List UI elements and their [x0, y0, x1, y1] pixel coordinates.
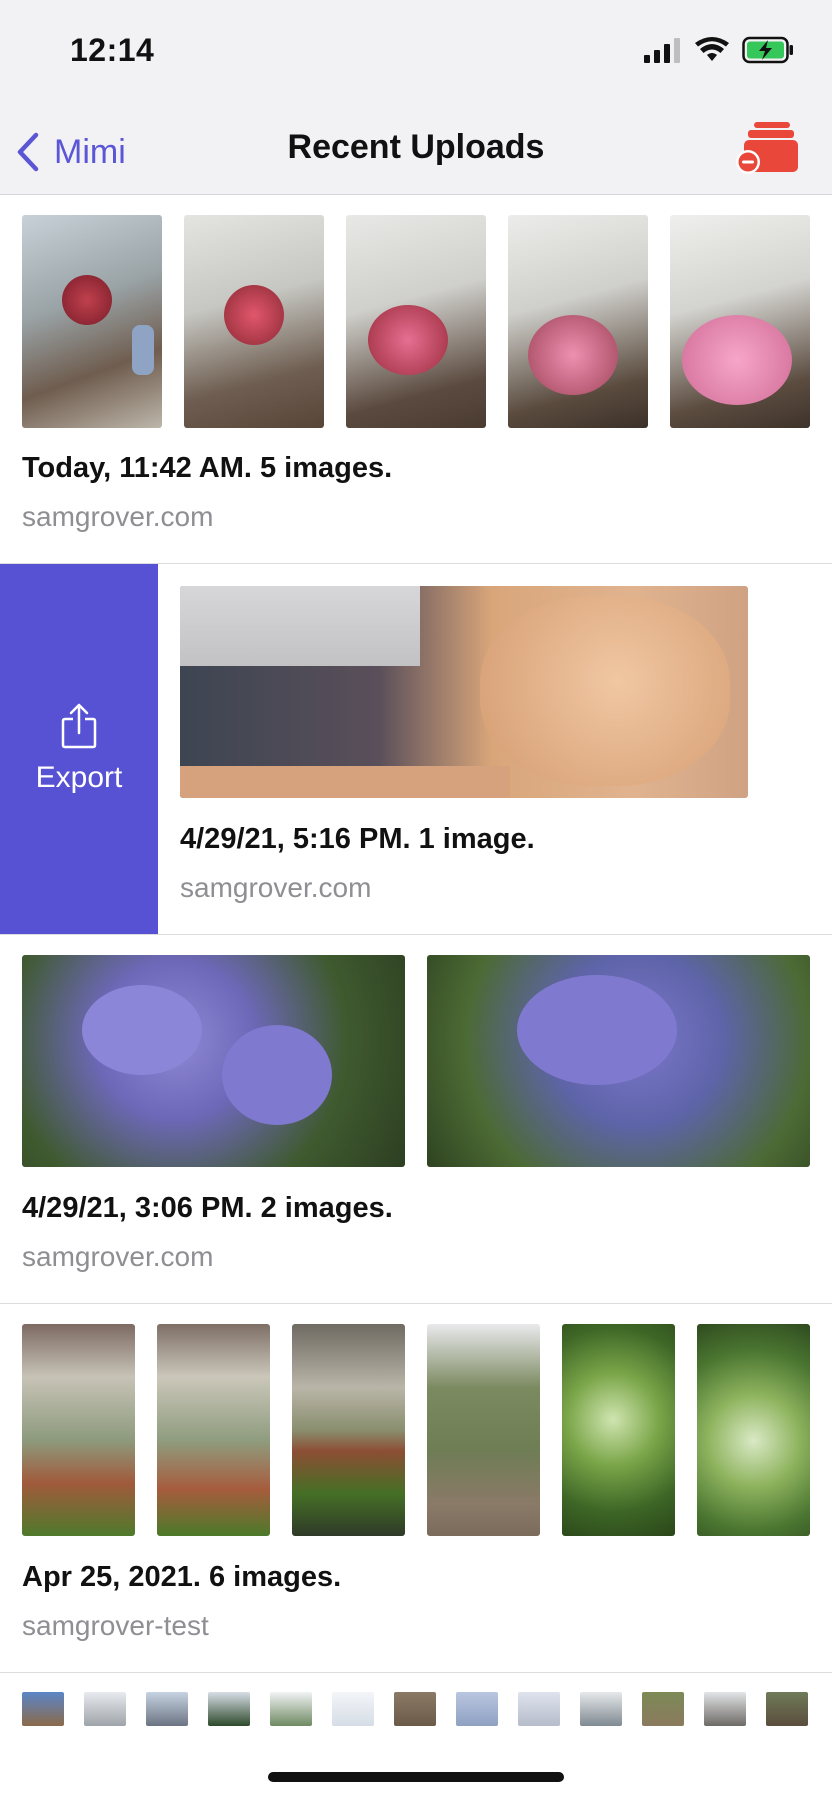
photo-thumbnail[interactable]: [22, 955, 405, 1167]
photo-thumbnail[interactable]: [508, 215, 648, 428]
photo-thumbnail[interactable]: [580, 1692, 622, 1726]
photo-thumbnail[interactable]: [562, 1324, 675, 1536]
stack-remove-button[interactable]: [736, 118, 798, 178]
photo-thumbnail[interactable]: [270, 1692, 312, 1726]
upload-row[interactable]: Apr 25, 2021. 6 images. samgrover-test: [0, 1304, 832, 1673]
upload-caption: 4/29/21, 3:06 PM. 2 images.: [22, 1192, 393, 1224]
photo-thumbnail[interactable]: [146, 1692, 188, 1726]
upload-caption: Today, 11:42 AM. 5 images.: [22, 452, 393, 484]
upload-site: samgrover.com: [22, 501, 214, 532]
upload-site: samgrover.com: [180, 872, 372, 903]
photo-thumbnail[interactable]: [704, 1692, 746, 1726]
photo-thumbnail[interactable]: [427, 955, 810, 1167]
upload-row[interactable]: Export 4/29/21, 5:16 PM. 1 image. samgro…: [0, 564, 832, 935]
photo-thumbnail[interactable]: [22, 1692, 64, 1726]
photo-thumbnail[interactable]: [84, 1692, 126, 1726]
photo-thumbnail[interactable]: [456, 1692, 498, 1726]
status-time: 12:14: [70, 32, 155, 68]
stack-remove-icon: [736, 122, 798, 174]
upload-caption: Apr 25, 2021. 6 images.: [22, 1561, 342, 1593]
photo-thumbnail[interactable]: [394, 1692, 436, 1726]
photo-thumbnail[interactable]: [22, 1324, 135, 1536]
upload-row[interactable]: 4/29/21, 3:06 PM. 2 images. samgrover.co…: [0, 935, 832, 1304]
photo-thumbnail[interactable]: [184, 215, 324, 428]
share-icon: [61, 703, 97, 749]
photo-thumbnail[interactable]: [292, 1324, 405, 1536]
photo-thumbnail[interactable]: [697, 1324, 810, 1536]
upload-caption: 4/29/21, 5:16 PM. 1 image.: [180, 823, 535, 855]
status-bar: 12:14: [0, 0, 832, 110]
photo-thumbnail[interactable]: [670, 215, 810, 428]
page-title: Recent Uploads: [287, 128, 545, 166]
export-button[interactable]: Export: [0, 564, 158, 934]
photo-thumbnail[interactable]: [642, 1692, 684, 1726]
wifi-icon: [695, 37, 729, 61]
photo-thumbnail[interactable]: [346, 215, 486, 428]
photo-thumbnail[interactable]: [518, 1692, 560, 1726]
photo-thumbnail[interactable]: [22, 215, 162, 428]
photo-thumbnail[interactable]: [180, 586, 748, 798]
battery-charging-icon: [742, 36, 793, 64]
export-label: Export: [35, 761, 123, 794]
upload-site: samgrover-test: [22, 1610, 209, 1641]
photo-thumbnail[interactable]: [332, 1692, 374, 1726]
photo-thumbnail[interactable]: [157, 1324, 270, 1536]
upload-row-partial[interactable]: [0, 1672, 832, 1726]
photo-thumbnail[interactable]: [766, 1692, 808, 1726]
upload-site: samgrover.com: [22, 1241, 214, 1272]
photo-thumbnail[interactable]: [427, 1324, 540, 1536]
home-indicator[interactable]: [268, 1772, 564, 1782]
photo-thumbnail[interactable]: [208, 1692, 250, 1726]
status-icons: [644, 36, 794, 64]
navigation-bar: Mimi Recent Uploads: [0, 110, 832, 195]
cellular-signal-icon: [644, 38, 680, 63]
upload-row[interactable]: Today, 11:42 AM. 5 images. samgrover.com: [0, 195, 832, 564]
